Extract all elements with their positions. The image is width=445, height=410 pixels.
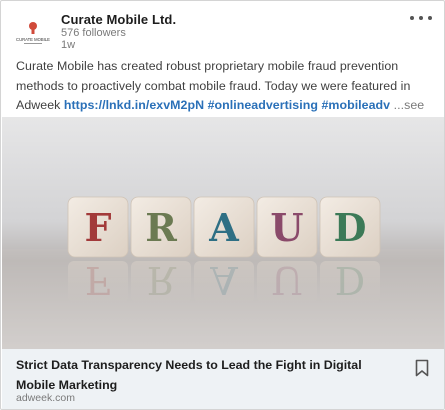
post-image[interactable]: FFRRAAUUDD — [2, 117, 444, 349]
company-name[interactable]: Curate Mobile Ltd. — [61, 12, 176, 27]
more-options-button[interactable] — [410, 11, 432, 25]
more-horizontal-icon — [410, 16, 414, 20]
die-letter-reflection: R — [147, 258, 177, 302]
die-letter-reflection: F — [85, 258, 111, 302]
die-letter: A — [208, 205, 239, 250]
fraud-dice-group: FFRRAAUUDD — [67, 196, 381, 303]
post-link[interactable]: https://lnkd.in/exvM2pN #onlineadvertisi… — [64, 98, 390, 112]
more-dot — [428, 16, 432, 20]
curate-mobile-logo-icon: CURATE MOBILE — [16, 22, 50, 44]
die-letter-reflection: U — [271, 258, 303, 302]
post-header: CURATE MOBILE Curate Mobile Ltd. 576 fol… — [1, 1, 444, 57]
article-title[interactable]: Strict Data Transparency Needs to Lead t… — [16, 356, 386, 395]
die-letter: R — [145, 205, 177, 250]
die-letter: U — [270, 205, 303, 250]
post-card: CURATE MOBILE Curate Mobile Ltd. 576 fol… — [0, 0, 445, 410]
company-logo[interactable]: CURATE MOBILE — [15, 15, 51, 51]
more-dot — [419, 16, 423, 20]
post-time: 1w — [61, 39, 76, 51]
bookmark-icon[interactable] — [415, 359, 429, 377]
article-source: adweek.com — [16, 392, 75, 404]
fraud-dice-image: FFRRAAUUDD — [2, 117, 444, 349]
die-letter-reflection: D — [335, 258, 365, 302]
die-letter: F — [85, 205, 112, 250]
die-letter: D — [334, 205, 367, 250]
article-preview[interactable]: Strict Data Transparency Needs to Lead t… — [2, 349, 444, 409]
follower-count: 576 followers — [61, 27, 126, 39]
logo-text: CURATE MOBILE — [16, 37, 50, 42]
die-letter-reflection: A — [209, 258, 238, 302]
